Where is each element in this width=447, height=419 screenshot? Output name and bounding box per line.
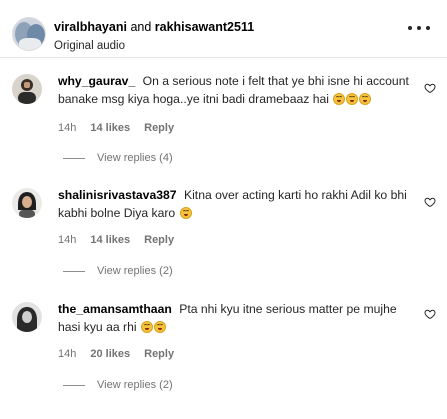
view-replies-button[interactable]: View replies (2) (63, 265, 173, 277)
reply-button[interactable]: Reply (144, 234, 174, 246)
post-header: viralbhayani and rakhisawant2511 Origina… (0, 0, 447, 58)
like-count[interactable]: 14 likes (90, 234, 130, 246)
face-with-tears-of-joy-icon (333, 93, 346, 105)
more-options-icon[interactable] (408, 26, 432, 34)
like-count[interactable]: 20 likes (90, 348, 130, 360)
comment-meta: 14h 14 likes Reply (58, 122, 174, 134)
reply-button[interactable]: Reply (144, 348, 174, 360)
comment-username[interactable]: the_amansamthaan (58, 302, 172, 316)
comment-meta: 14h 20 likes Reply (58, 348, 174, 360)
collab-avatar[interactable] (12, 17, 46, 51)
replies-divider (63, 384, 85, 386)
comment-body: the_amansamthaan Pta nhi kyu itne seriou… (58, 300, 413, 336)
view-replies-label: View replies (2) (97, 379, 173, 391)
comment-time: 14h (58, 234, 77, 246)
face-with-tears-of-joy-icon (179, 207, 192, 219)
avatar[interactable] (12, 74, 42, 104)
comment-meta: 14h 14 likes Reply (58, 234, 174, 246)
comment-body: why_gaurav_ On a serious note i felt tha… (58, 72, 413, 108)
reply-button[interactable]: Reply (144, 122, 174, 134)
author-username-1[interactable]: viralbhayani (54, 20, 127, 34)
avatar[interactable] (12, 302, 42, 332)
view-replies-label: View replies (4) (97, 152, 173, 164)
audio-label[interactable]: Original audio (54, 40, 125, 52)
comment-time: 14h (58, 348, 77, 360)
author-username-2[interactable]: rakhisawant2511 (155, 20, 254, 34)
face-with-tears-of-joy-icon (140, 321, 153, 333)
heart-icon[interactable] (424, 82, 436, 94)
replies-divider (63, 157, 85, 159)
face-with-tears-of-joy-icon (359, 93, 372, 105)
author-joiner: and (130, 20, 152, 34)
view-replies-button[interactable]: View replies (4) (63, 152, 173, 164)
comment-body: shalinisrivastava387 Kitna over acting k… (58, 186, 413, 222)
avatar[interactable] (12, 188, 42, 218)
view-replies-label: View replies (2) (97, 265, 173, 277)
heart-icon[interactable] (424, 308, 436, 320)
view-replies-button[interactable]: View replies (2) (63, 379, 173, 391)
post-authors: viralbhayani and rakhisawant2511 (54, 20, 254, 34)
replies-divider (63, 270, 85, 272)
face-with-tears-of-joy-icon (346, 93, 359, 105)
comment-time: 14h (58, 122, 77, 134)
like-count[interactable]: 14 likes (90, 122, 130, 134)
heart-icon[interactable] (424, 196, 436, 208)
comment-username[interactable]: shalinisrivastava387 (58, 188, 177, 202)
comment-username[interactable]: why_gaurav_ (58, 74, 135, 88)
face-with-tears-of-joy-icon (153, 321, 166, 333)
